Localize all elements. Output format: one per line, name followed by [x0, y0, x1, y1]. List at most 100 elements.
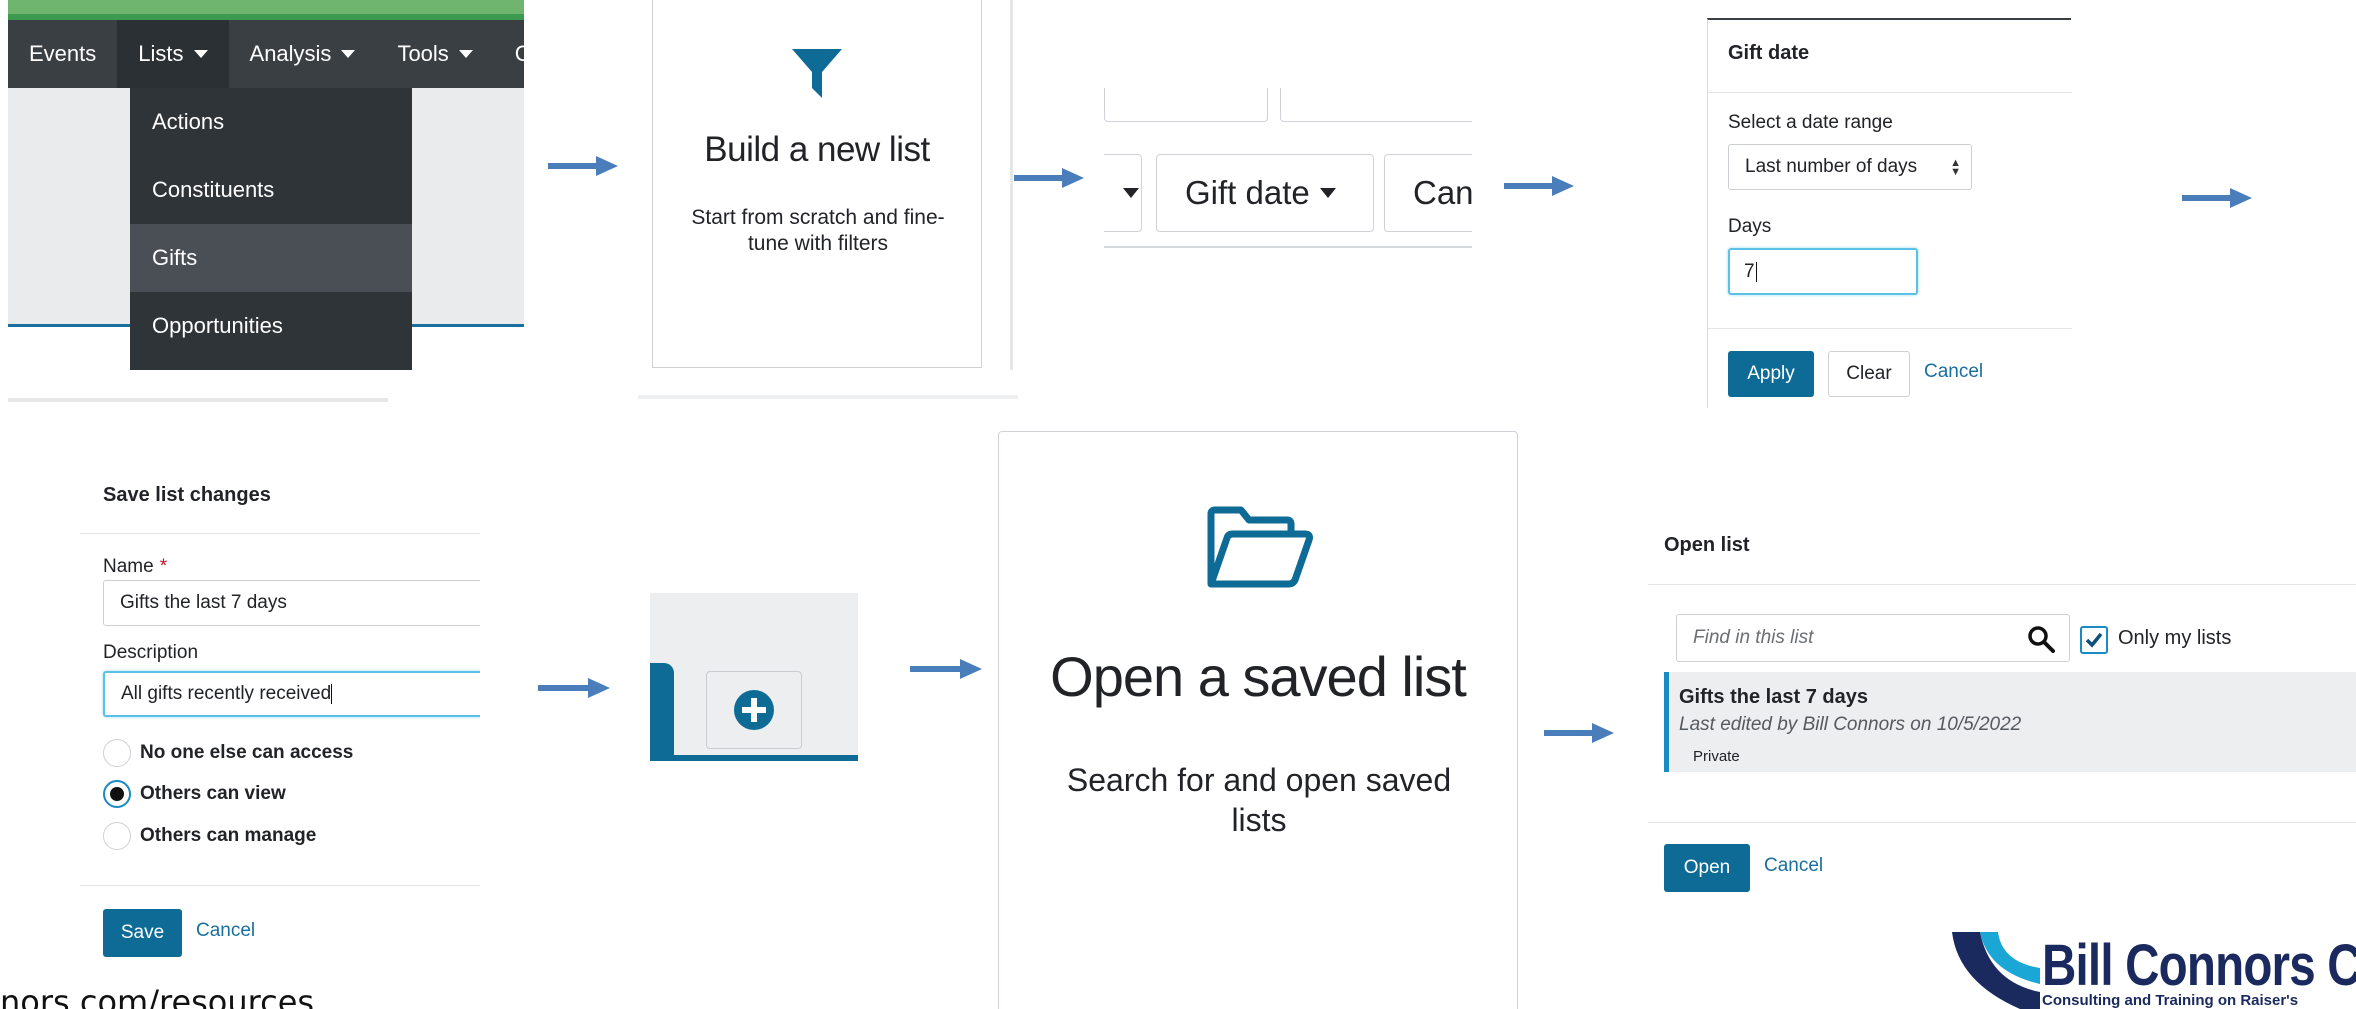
open-card-title: Open a saved list: [1050, 645, 1467, 708]
text-cursor: [331, 684, 333, 704]
days-input[interactable]: 7: [1728, 248, 1918, 295]
open-saved-list-card[interactable]: Open a saved list Search for and open sa…: [998, 431, 1518, 1009]
only-my-lists-label: Only my lists: [2118, 627, 2232, 649]
checkmark-icon: [2085, 632, 2103, 648]
cancel-link[interactable]: Cancel: [1764, 855, 1823, 877]
divider: [1648, 822, 2356, 823]
privacy-badge: Private: [1693, 748, 1740, 765]
build-card-subtitle: Start from scratch and fine-tune with fi…: [691, 206, 945, 255]
menu-item-gifts[interactable]: Gifts: [130, 224, 412, 292]
radio-no-access[interactable]: No one else can access: [103, 739, 353, 767]
name-value: Gifts the last 7 days: [120, 592, 287, 613]
cancel-link[interactable]: Cancel: [196, 920, 255, 942]
brand-logo: Bill Connors CF Consulting and Training …: [1950, 932, 2356, 1009]
search-placeholder: Find in this list: [1693, 627, 1814, 648]
open-button[interactable]: Open: [1664, 844, 1750, 892]
filter-button[interactable]: [1104, 88, 1268, 122]
build-new-list-card[interactable]: Build a new list Start from scratch and …: [652, 0, 982, 368]
divider: [638, 395, 1018, 399]
build-card-title: Build a new list: [704, 130, 930, 169]
arrow-icon: [910, 659, 982, 679]
save-button[interactable]: Save: [103, 909, 182, 957]
only-my-lists-checkbox[interactable]: [2080, 626, 2108, 654]
arrow-icon: [1544, 723, 1614, 743]
logo-tagline: Consulting and Training on Raiser's: [2042, 992, 2299, 1009]
open-list-button[interactable]: [706, 671, 802, 749]
arrow-icon: [1504, 176, 1574, 196]
days-value: 7: [1744, 260, 1755, 282]
name-label-text: Name: [103, 556, 154, 577]
filter-bar-divider: [1104, 246, 1472, 248]
toolbar-underline: [650, 755, 858, 761]
nav-tools[interactable]: Tools: [376, 20, 493, 88]
footer-url[interactable]: nors.com/resources: [0, 983, 314, 1009]
filter-button[interactable]: [1280, 88, 1472, 122]
radio-others-view[interactable]: Others can view: [103, 780, 286, 808]
filter-button[interactable]: [1104, 154, 1142, 232]
nav-lists[interactable]: Lists: [117, 20, 229, 88]
chevron-down-icon: [1319, 188, 1336, 198]
arrow-icon: [548, 156, 618, 176]
name-input[interactable]: Gifts the last 7 days: [103, 580, 480, 626]
menu-item-opportunities[interactable]: Opportunities: [130, 292, 412, 360]
date-range-label: Select a date range: [1728, 112, 1893, 133]
filter-bar: Gift date Can: [1104, 88, 1472, 248]
nav-more[interactable]: C: [494, 20, 524, 88]
chevron-down-icon: [1123, 188, 1139, 198]
logo-wordmark: Bill Connors CF: [2042, 933, 2356, 998]
radio-button-selected[interactable]: [103, 780, 131, 808]
top-nav: Events Lists Analysis Tools C: [8, 20, 524, 88]
gift-date-filter-button[interactable]: Gift date: [1156, 154, 1374, 232]
arrow-icon: [538, 678, 610, 698]
chevron-down-icon: [193, 50, 208, 58]
radio-label: Others can view: [140, 783, 286, 804]
arrow-icon: [2182, 188, 2252, 208]
filter-icon: [792, 49, 842, 98]
menu-item-constituents[interactable]: Constituents: [130, 156, 412, 224]
divider: [1708, 328, 2072, 329]
menu-item-actions[interactable]: Actions: [130, 88, 412, 156]
search-icon[interactable]: [2027, 625, 2055, 653]
gift-date-panel-title: Gift date: [1728, 42, 1810, 64]
radio-button[interactable]: [103, 739, 131, 767]
nav-events[interactable]: Events: [8, 20, 117, 88]
cancel-link[interactable]: Cancel: [1924, 361, 1983, 383]
apply-button[interactable]: Apply: [1728, 351, 1814, 397]
nav-tools-label: Tools: [397, 41, 449, 66]
radio-label: No one else can access: [140, 742, 354, 763]
open-card-subtitle: Search for and open saved lists: [1066, 762, 1452, 838]
date-range-select[interactable]: Last number of days ▲ ▼: [1728, 144, 1972, 190]
description-input[interactable]: All gifts recently received: [103, 671, 480, 717]
description-label: Description: [103, 642, 199, 663]
radio-button[interactable]: [103, 822, 131, 850]
campaign-filter-button[interactable]: Can: [1384, 154, 1472, 232]
list-item-name: Gifts the last 7 days: [1679, 686, 1868, 708]
logo-mark-icon: [1952, 932, 2040, 1009]
gift-date-filter-panel: Gift date Select a date range Last numbe…: [1707, 18, 2072, 408]
lists-dropdown-menu: Actions Constituents Gifts Opportunities: [130, 88, 412, 370]
gift-date-filter-label: Gift date: [1185, 174, 1310, 211]
folder-open-icon: [1207, 506, 1313, 588]
nav-panel: Events Lists Analysis Tools C Actions Co…: [8, 0, 524, 410]
divider: [1648, 584, 2356, 585]
chevron-down-icon: [341, 50, 356, 58]
page-footer-line: [8, 398, 388, 402]
days-label: Days: [1728, 216, 1772, 237]
card-edge: [1010, 0, 1013, 370]
clear-button[interactable]: Clear: [1828, 351, 1910, 397]
divider: [1708, 92, 2072, 93]
save-list-dialog: Save list changes Name * Gifts the last 7…: [80, 460, 480, 980]
open-list-dialog: Open list Find in this list Only my list…: [1648, 510, 2356, 910]
list-item[interactable]: Gifts the last 7 days Last edited by Bil…: [1664, 672, 2356, 772]
chevron-down-icon: [458, 50, 473, 58]
nav-analysis[interactable]: Analysis: [229, 20, 377, 88]
lists-toolbar: [650, 593, 858, 761]
description-value: All gifts recently received: [121, 683, 332, 704]
radio-others-manage[interactable]: Others can manage: [103, 822, 316, 850]
nav-analysis-label: Analysis: [249, 41, 332, 66]
list-item-meta: Last edited by Bill Connors on 10/5/2022: [1679, 714, 2022, 735]
campaign-filter-label: Can: [1413, 174, 1472, 211]
find-in-list-input[interactable]: Find in this list: [1676, 614, 2070, 662]
nav-events-label: Events: [29, 41, 97, 66]
nav-lists-label: Lists: [138, 41, 184, 66]
